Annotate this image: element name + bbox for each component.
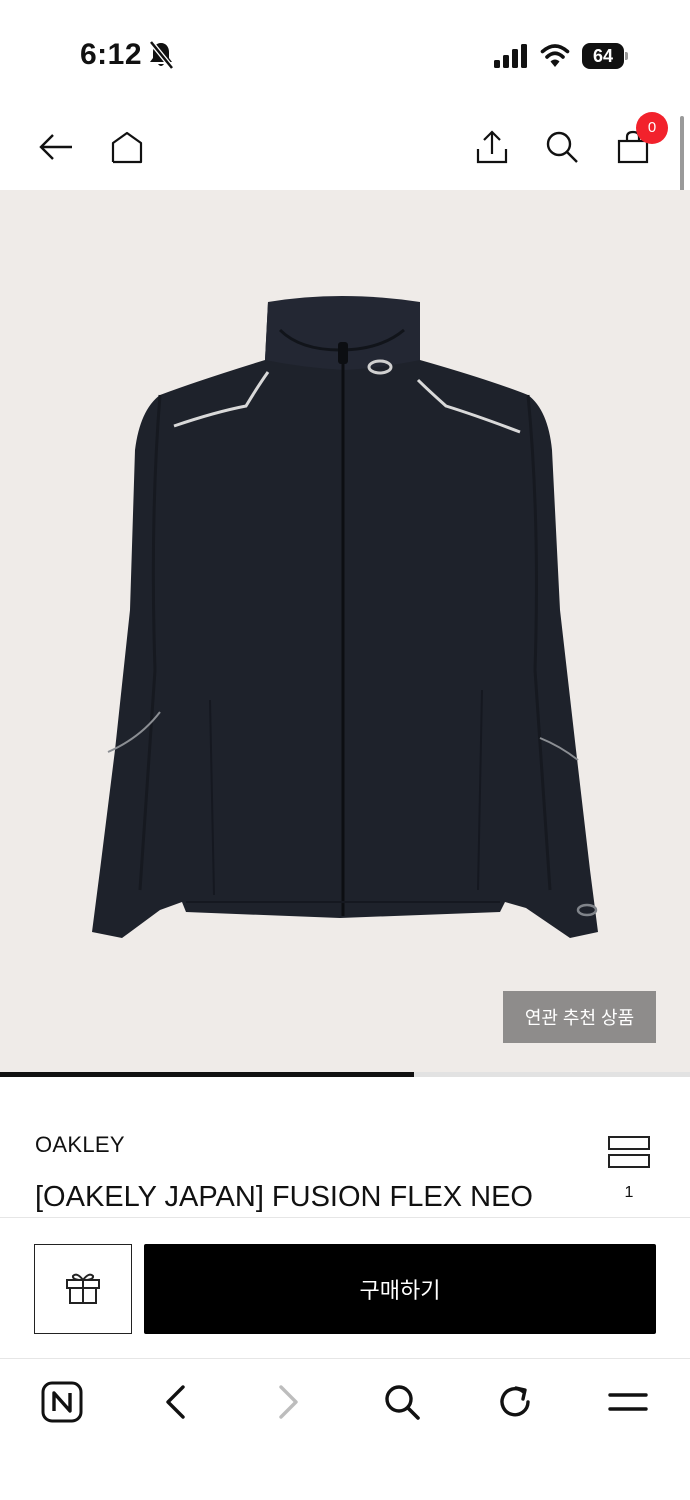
- menu-button[interactable]: [604, 1380, 652, 1428]
- wifi-icon: [540, 42, 570, 73]
- status-bar: 6:12 64: [0, 0, 690, 110]
- view-count: 1: [624, 1184, 634, 1201]
- reload-icon: [496, 1383, 534, 1426]
- view-mode-icon-bottom: [608, 1154, 650, 1168]
- browser-back-button[interactable]: [151, 1380, 199, 1428]
- home-icon: [110, 130, 144, 169]
- bell-slash-icon: [148, 40, 174, 75]
- app-header: 0: [0, 110, 690, 190]
- signal-icon: [494, 44, 530, 73]
- menu-icon: [608, 1388, 648, 1421]
- related-products-button[interactable]: 연관 추천 상품: [503, 991, 656, 1043]
- forward-chevron-icon: [277, 1384, 301, 1425]
- battery-indicator: 64: [582, 43, 628, 69]
- battery-level: 64: [582, 43, 624, 69]
- purchase-bar: 구매하기: [0, 1217, 690, 1359]
- image-progress-bar: [0, 1072, 690, 1077]
- cart-count-badge: 0: [636, 112, 668, 144]
- status-time: 6:12: [80, 38, 143, 71]
- browser-search-button[interactable]: [378, 1380, 426, 1428]
- cart-button[interactable]: 0: [610, 112, 668, 172]
- share-button[interactable]: [469, 126, 515, 172]
- buy-button[interactable]: 구매하기: [144, 1244, 656, 1334]
- search-icon: [545, 130, 579, 169]
- brand-name[interactable]: OAKLEY: [35, 1132, 125, 1158]
- back-arrow-icon: [38, 132, 74, 167]
- gift-icon: [65, 1271, 101, 1308]
- share-icon: [475, 129, 509, 170]
- home-button[interactable]: [104, 126, 150, 172]
- browser-forward-button[interactable]: [265, 1380, 313, 1428]
- image-progress-fill: [0, 1072, 414, 1077]
- search-icon: [383, 1383, 421, 1426]
- back-chevron-icon: [163, 1384, 187, 1425]
- naver-home-button[interactable]: [38, 1380, 86, 1428]
- product-image[interactable]: 연관 추천 상품: [0, 190, 690, 1072]
- browser-toolbar: [0, 1360, 690, 1500]
- reload-button[interactable]: [491, 1380, 539, 1428]
- view-mode-toggle[interactable]: 1: [608, 1136, 652, 1206]
- view-mode-icon-top: [608, 1136, 650, 1150]
- jacket-photo: [92, 296, 598, 938]
- back-button[interactable]: [33, 126, 79, 172]
- naver-n-icon: [41, 1381, 83, 1428]
- product-title: [OAKELY JAPAN] FUSION FLEX NEO: [35, 1181, 533, 1213]
- search-button[interactable]: [539, 126, 585, 172]
- gift-button[interactable]: [34, 1244, 132, 1334]
